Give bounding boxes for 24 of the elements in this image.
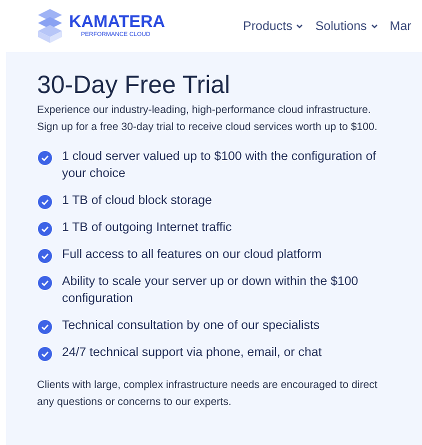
nav-link[interactable]: Solutions bbox=[315, 19, 378, 33]
chevron-icon bbox=[296, 24, 304, 28]
check-icon bbox=[38, 347, 52, 361]
feature-text: Full access to all features on our cloud platform bbox=[62, 246, 322, 263]
check-icon bbox=[38, 276, 52, 290]
feature-text: 1 TB of cloud block storage bbox=[62, 192, 212, 209]
feature-text: 1 TB of outgoing Internet traffic bbox=[62, 219, 232, 236]
check-icon bbox=[38, 151, 52, 165]
chevron-icon bbox=[370, 24, 378, 28]
feature-text: 1 cloud server valued up to $100 with the configuration of your choice bbox=[62, 148, 378, 182]
logo-icon bbox=[37, 8, 63, 44]
check-icon bbox=[38, 195, 52, 209]
check-icon bbox=[38, 249, 52, 263]
feature-text: Ability to scale your server up or down within the $100 configuration bbox=[62, 273, 360, 307]
note-paragraph: Clients with large, complex infrastructure needs are encouraged to direct any questions or concerns to our experts. bbox=[37, 378, 378, 410]
nav-link[interactable]: Mar bbox=[390, 19, 412, 33]
check-icon bbox=[38, 222, 52, 236]
check-icon bbox=[38, 320, 52, 334]
page-title: 30-Day Free Trial bbox=[37, 70, 232, 100]
nav-link[interactable]: Products bbox=[243, 19, 304, 33]
feature-text: 24/7 technical support via phone, email, or chat bbox=[62, 344, 322, 361]
logo-wordmark[interactable]: KAMATERA bbox=[69, 13, 166, 31]
feature-text: Technical consultation by one of our specialists bbox=[62, 317, 320, 334]
intro-paragraph: Experience our industry-leading, high-performance cloud infrastructure. Sign up for a free 30-day trial to receive cloud services worth up to $100. bbox=[37, 103, 378, 135]
